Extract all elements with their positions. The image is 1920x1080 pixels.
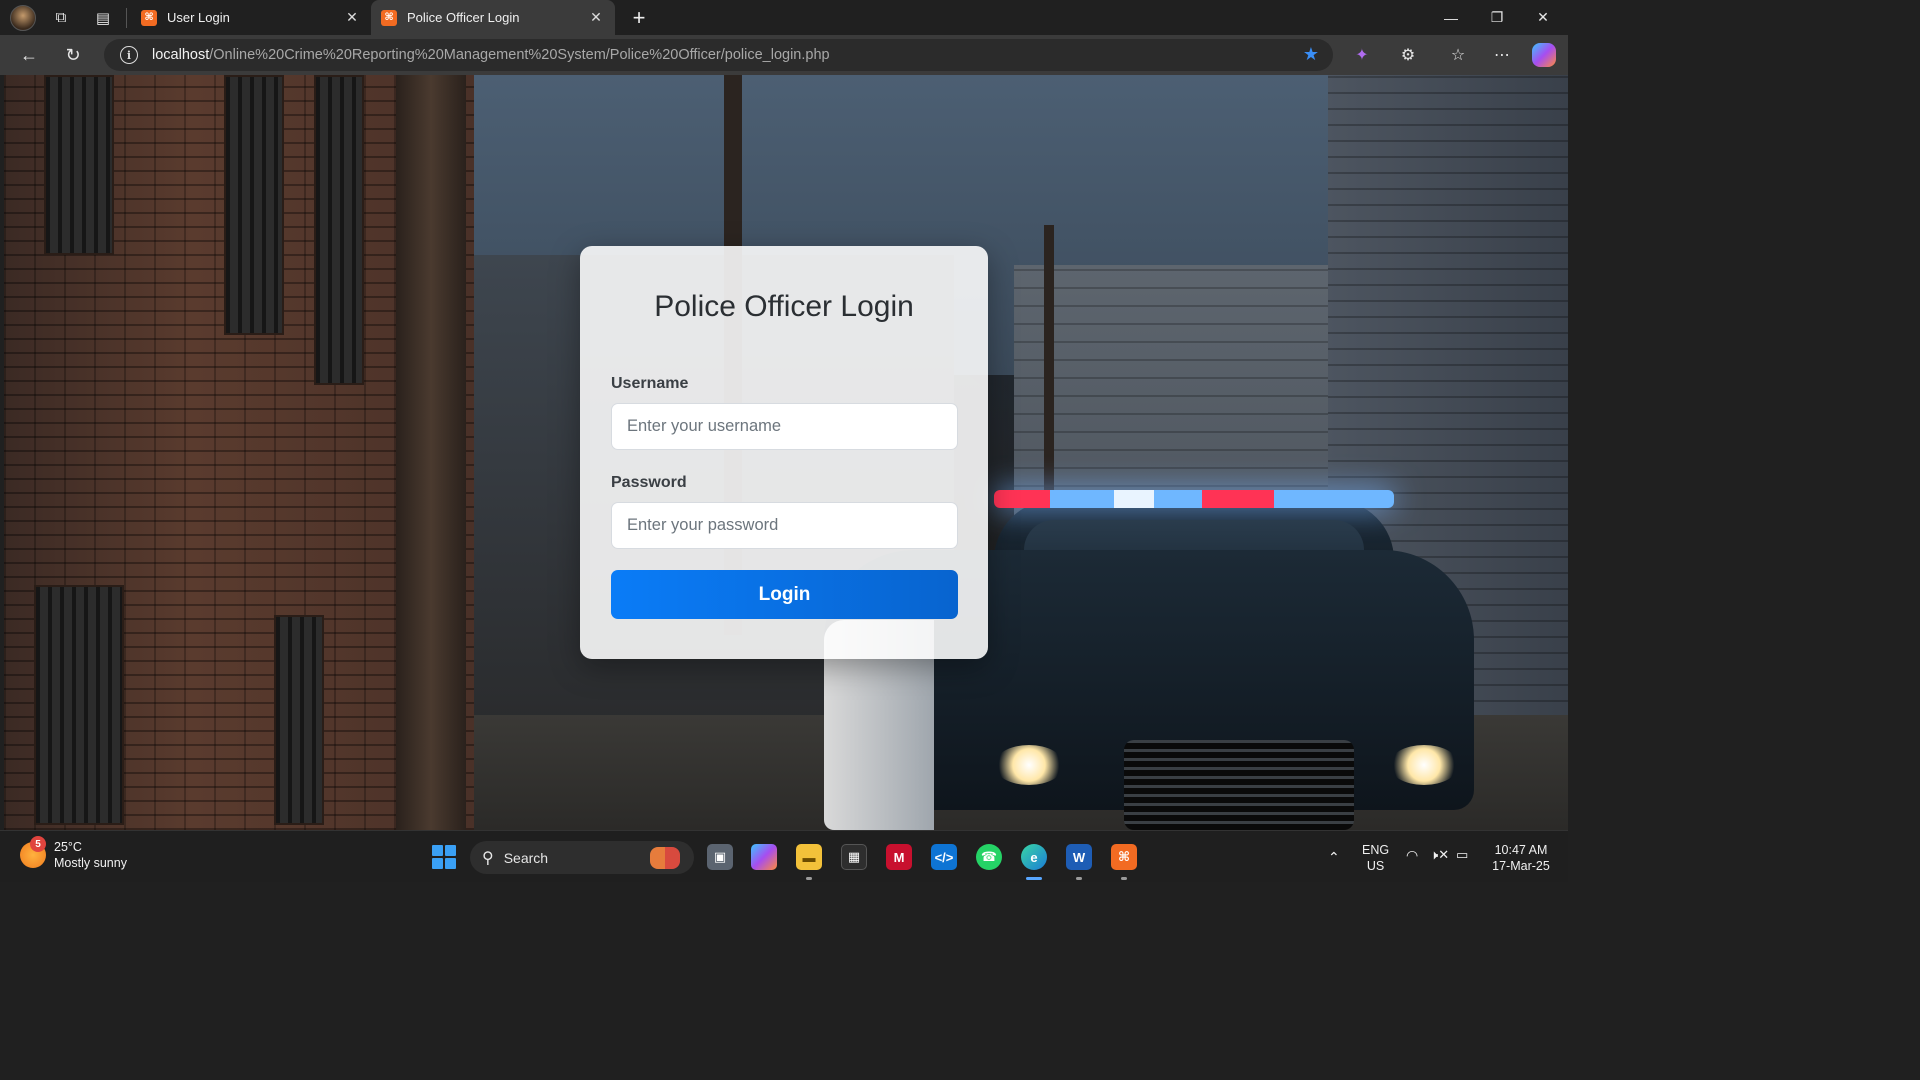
weather-desc: Mostly sunny — [54, 856, 127, 870]
windows-start-icon[interactable] — [432, 845, 456, 869]
search-highlight-icon — [650, 847, 680, 869]
window-close-icon[interactable]: ✕ — [1520, 0, 1566, 35]
task-view-icon[interactable]: ▣ — [707, 844, 733, 870]
mcafee-icon[interactable]: M — [886, 844, 912, 870]
refresh-icon[interactable]: ↻ — [58, 40, 88, 70]
police-lightbar — [994, 490, 1394, 508]
weather-sun-icon: 5 — [20, 836, 46, 868]
taskbar: 5 25°C Mostly sunny ⚲ Search ▣ ▬ ▦ M </>… — [0, 830, 1568, 882]
username-input[interactable] — [611, 403, 958, 450]
clock[interactable]: 10:47 AM 17-Mar-25 — [1484, 842, 1558, 874]
app-indicator — [1076, 877, 1082, 880]
clock-time: 10:47 AM — [1494, 843, 1548, 857]
barred-window — [44, 75, 114, 255]
address-toolbar: ← ↻ i localhost/Online%20Crime%20Reporti… — [0, 35, 1568, 75]
password-input[interactable] — [611, 502, 958, 549]
search-label: Search — [503, 849, 549, 866]
close-icon[interactable]: ✕ — [587, 9, 605, 26]
copilot-icon[interactable] — [1532, 43, 1556, 67]
login-title: Police Officer Login — [654, 290, 914, 323]
clock-date: 17-Mar-25 — [1492, 859, 1550, 873]
address-bar[interactable]: i localhost/Online%20Crime%20Reporting%2… — [104, 39, 1333, 71]
app-indicator — [806, 877, 812, 880]
wifi-icon[interactable]: ◠ — [1406, 847, 1418, 863]
weather-widget[interactable]: 5 25°C Mostly sunny — [20, 836, 127, 871]
close-icon[interactable]: ✕ — [343, 9, 361, 26]
language-code: ENG — [1362, 843, 1390, 857]
username-label: Username — [611, 375, 689, 392]
vertical-tabs-icon[interactable]: ▤ — [86, 3, 120, 33]
battery-icon[interactable]: ▭ — [1456, 847, 1468, 863]
weather-temp: 25°C — [54, 840, 82, 854]
url-text[interactable]: localhost/Online%20Crime%20Reporting%20M… — [152, 47, 830, 63]
password-label: Password — [611, 474, 687, 491]
vscode-icon[interactable]: </> — [931, 844, 957, 870]
favorite-star-icon[interactable]: ★ — [1303, 44, 1319, 65]
barred-window — [274, 615, 324, 825]
show-hidden-icons-chevron-icon[interactable]: ⌃ — [1328, 849, 1340, 865]
tab-separator — [126, 7, 127, 28]
xampp-icon: ⌘ — [141, 9, 157, 26]
barred-window — [34, 585, 124, 825]
copilot-extension-icon[interactable]: ✦ — [1348, 41, 1376, 69]
app-indicator-active — [1026, 877, 1042, 880]
tab-title: Police Officer Login — [407, 10, 520, 25]
wooden-pole — [396, 75, 466, 830]
minimize-icon[interactable]: — — [1428, 0, 1474, 35]
browser-window: ⧉ ▤ ⌘ User Login ✕ ⌘ Police Officer Logi… — [0, 0, 1568, 882]
tab-title: User Login — [167, 10, 230, 25]
tab-police-officer-login[interactable]: ⌘ Police Officer Login ✕ — [371, 0, 615, 35]
tab-strip: ⧉ ▤ ⌘ User Login ✕ ⌘ Police Officer Logi… — [0, 0, 1568, 35]
login-card: Police Officer Login Username Password L… — [580, 246, 988, 659]
language-region: US — [1366, 859, 1385, 873]
barred-window — [314, 75, 364, 385]
car-grille — [1124, 740, 1354, 830]
site-info-icon[interactable]: i — [120, 46, 138, 64]
microsoft-store-icon[interactable]: ▦ — [841, 844, 867, 870]
url-host: localhost — [152, 47, 210, 63]
more-options-icon[interactable]: ⋯ — [1488, 41, 1516, 69]
xampp-app-icon[interactable]: ⌘ — [1111, 844, 1137, 870]
volume-muted-icon[interactable]: 🕨✕ — [1430, 847, 1449, 863]
barred-window — [224, 75, 284, 335]
edge-icon[interactable]: e — [1021, 844, 1047, 870]
profile-avatar[interactable] — [10, 4, 36, 31]
headlight — [994, 745, 1064, 785]
app-indicator — [1121, 877, 1127, 880]
search-icon: ⚲ — [482, 849, 494, 867]
tab-user-login[interactable]: ⌘ User Login ✕ — [131, 0, 371, 35]
xampp-icon: ⌘ — [381, 9, 397, 26]
workspaces-icon[interactable]: ⧉ — [44, 3, 78, 33]
url-path: /Online%20Crime%20Reporting%20Management… — [209, 47, 830, 63]
whatsapp-icon[interactable]: ☎ — [976, 844, 1002, 870]
file-explorer-icon[interactable]: ▬ — [796, 844, 822, 870]
back-arrow-icon[interactable]: ← — [14, 40, 44, 70]
copilot-app-icon[interactable] — [751, 844, 777, 870]
taskbar-search[interactable]: ⚲ Search — [470, 841, 694, 874]
weather-text: 25°C Mostly sunny — [54, 839, 127, 871]
favorites-icon[interactable]: ☆ — [1444, 41, 1472, 69]
extensions-icon[interactable]: ⚙ — [1394, 41, 1422, 69]
new-tab-button[interactable]: + — [621, 3, 657, 33]
language-indicator[interactable]: ENG US — [1362, 842, 1389, 874]
restore-icon[interactable]: ❐ — [1474, 0, 1520, 35]
login-button[interactable]: Login — [611, 570, 958, 619]
weather-badge: 5 — [30, 836, 46, 852]
word-icon[interactable]: W — [1066, 844, 1092, 870]
headlight — [1389, 745, 1459, 785]
